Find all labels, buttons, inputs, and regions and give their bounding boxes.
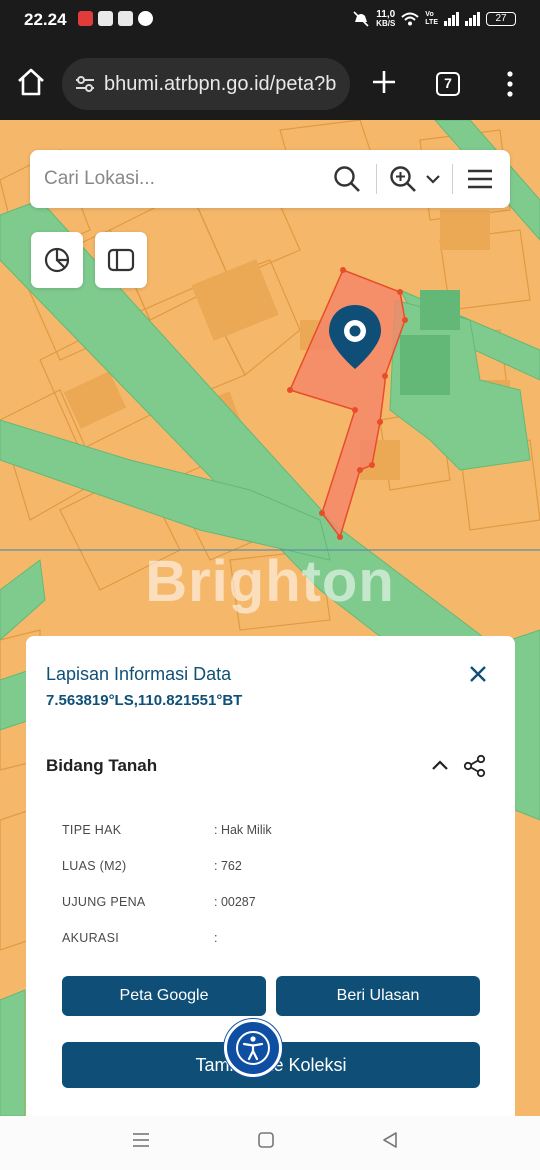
layer-panel-button[interactable] — [95, 232, 147, 288]
zoom-in-icon[interactable] — [388, 164, 418, 194]
system-nav-bar — [0, 1116, 540, 1170]
attribute-row: AKURASI : — [62, 931, 482, 951]
chevron-up-icon[interactable] — [428, 754, 452, 778]
section-title: Bidang Tanah — [46, 756, 158, 775]
divider — [452, 164, 453, 194]
status-bar: 22.24 11,0 KB/S Vo LTE 27 — [0, 0, 540, 40]
home-square-icon[interactable] — [256, 1130, 276, 1150]
attribute-value: : — [214, 931, 218, 945]
panel-title: Lapisan Informasi Data — [46, 664, 232, 684]
coordinates-text: 7.563819°LS,110.821551°BT — [46, 692, 243, 709]
status-indicators: 11,0 KB/S Vo LTE 27 — [352, 10, 516, 28]
home-icon[interactable] — [14, 65, 48, 99]
status-time: 22.24 — [24, 10, 67, 29]
wifi-icon — [401, 12, 419, 26]
sidebar-toggle-icon — [107, 248, 135, 272]
site-settings-icon[interactable] — [74, 74, 96, 94]
address-bar[interactable]: bhumi.atrbpn.go.id/peta?b — [62, 58, 350, 110]
signal-icon-2 — [465, 12, 480, 26]
shopee-icon — [78, 11, 93, 26]
accessibility-icon — [236, 1031, 270, 1065]
more-options-icon[interactable] — [500, 70, 520, 98]
speed-unit: KB/S — [376, 19, 396, 28]
attribute-row: LUAS (M2) : 762 — [62, 859, 482, 879]
gojek-icon — [118, 11, 133, 26]
mute-icon — [353, 11, 369, 27]
volte-top: Vo — [425, 11, 434, 18]
chevron-down-icon[interactable] — [422, 168, 444, 190]
watermark: Brighton — [145, 549, 395, 614]
messenger-icon — [138, 11, 153, 26]
google-map-button[interactable]: Peta Google — [62, 976, 266, 1016]
share-icon[interactable] — [462, 753, 488, 779]
attribute-label: TIPE HAK — [62, 823, 122, 837]
battery-icon: 27 — [486, 12, 516, 26]
attribute-label: LUAS (M2) — [62, 859, 127, 873]
browser-toolbar: bhumi.atrbpn.go.id/peta?b 7 — [0, 40, 540, 120]
search-bar — [30, 150, 510, 208]
signal-icon — [444, 12, 459, 26]
attribute-value: : Hak Milik — [214, 823, 272, 837]
attribute-value: : 00287 — [214, 895, 256, 909]
accessibility-button[interactable] — [224, 1019, 282, 1077]
attribute-row: TIPE HAK : Hak Milik — [62, 823, 482, 843]
location-pin-icon[interactable] — [326, 303, 384, 371]
url-text[interactable]: bhumi.atrbpn.go.id/peta?b — [104, 73, 344, 96]
network-speed: 11,0 KB/S — [376, 10, 395, 28]
divider — [376, 164, 377, 194]
attribute-label: UJUNG PENA — [62, 895, 146, 909]
attribute-row: UJUNG PENA : 00287 — [62, 895, 482, 915]
volte-bottom: LTE — [425, 19, 438, 26]
attribute-value: : 762 — [214, 859, 242, 873]
search-icon[interactable] — [332, 164, 362, 194]
pie-chart-icon — [44, 247, 70, 273]
search-input[interactable] — [44, 160, 324, 198]
attribute-label: AKURASI — [62, 931, 119, 945]
new-tab-icon[interactable] — [368, 66, 400, 98]
tab-switcher-button[interactable]: 7 — [436, 72, 460, 96]
close-icon[interactable] — [466, 662, 490, 686]
review-button[interactable]: Beri Ulasan — [276, 976, 480, 1016]
instagram-icon — [98, 11, 113, 26]
recent-apps-icon[interactable] — [130, 1130, 152, 1150]
notification-icons — [78, 11, 153, 26]
back-icon[interactable] — [380, 1129, 400, 1151]
map-view[interactable]: Brighton Cari Lokasi... Lapisan Informas… — [0, 120, 540, 1116]
hamburger-menu-icon[interactable] — [466, 166, 494, 192]
volte-indicator: Vo LTE — [425, 11, 438, 27]
statistics-button[interactable] — [31, 232, 83, 288]
